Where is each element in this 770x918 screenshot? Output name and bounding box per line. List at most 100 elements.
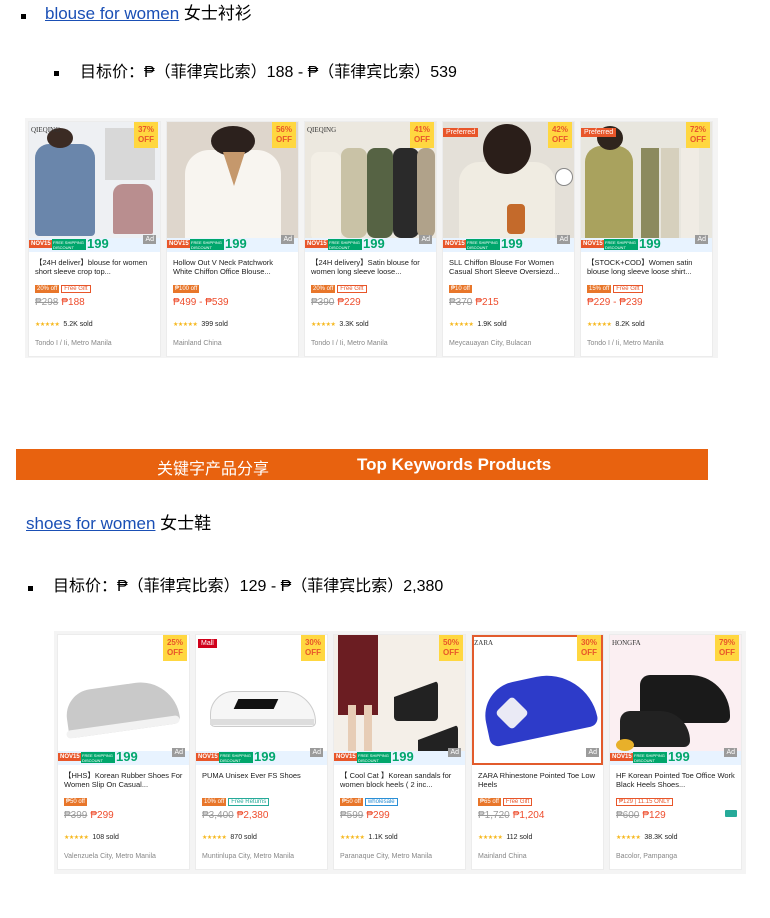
discount-tag: ₱50 off bbox=[64, 797, 87, 806]
shoes-link[interactable]: shoes for women bbox=[26, 514, 155, 533]
seller-location: Valenzuela City, Metro Manila bbox=[64, 853, 156, 860]
promo-199: 199 bbox=[392, 749, 414, 764]
sale-price: ₱215 bbox=[475, 297, 499, 308]
section-heading-shoes: shoes for women 女士鞋 bbox=[26, 514, 211, 534]
list-bullet bbox=[28, 586, 33, 591]
promo-199: 199 bbox=[254, 749, 276, 764]
promo-strip: NOV15 FREE SHIPPING DISCOUNT 199 bbox=[610, 749, 741, 765]
discount-badge: 79% OFF bbox=[715, 635, 739, 661]
original-price: ₱3,400 bbox=[202, 810, 234, 821]
rating: ★★★★★ 870 sold bbox=[202, 834, 257, 841]
product-name[interactable]: Hollow Out V Neck Patchwork White Chiffo… bbox=[173, 258, 292, 276]
price: ₱600 ₱129 bbox=[616, 810, 666, 821]
product-card[interactable]: QIEQING 41% OFF NOV15 FREE SHIPPING DISCOUNT… bbox=[304, 121, 437, 357]
price: ₱399 ₱299 bbox=[64, 810, 114, 821]
sold-count: 38.3K sold bbox=[644, 834, 678, 841]
product-name[interactable]: 【STOCK+COD】Women satin blouse long sleev… bbox=[587, 258, 706, 276]
promo-strip: NOV15 FREE SHIPPING DISCOUNT 199 bbox=[58, 749, 189, 765]
promo-199: 199 bbox=[639, 236, 661, 251]
promo-strip: NOV15 FREE SHIPPING DISCOUNT 199 bbox=[29, 236, 160, 252]
sale-price: ₱2,380 bbox=[236, 810, 269, 821]
ad-label: Ad bbox=[448, 748, 461, 757]
product-name[interactable]: HF Korean Pointed Toe Office Work Black … bbox=[616, 771, 735, 789]
sale-price: ₱299 bbox=[90, 810, 114, 821]
free-shipping-badge: FREE SHIPPING DISCOUNT bbox=[328, 239, 362, 250]
discount-tag: 20% off bbox=[35, 284, 60, 293]
product-name[interactable]: 【24H deliver】blouse for women short slee… bbox=[35, 258, 154, 276]
seller-location: Muntinlupa City, Metro Manila bbox=[202, 853, 295, 860]
banner-title-en: Top Keywords Products bbox=[357, 455, 552, 474]
discount-badge: 41% OFF bbox=[410, 122, 434, 148]
free-shipping-badge: FREE SHIPPING DISCOUNT bbox=[219, 752, 253, 763]
product-card[interactable]: 56% OFF NOV15 FREE SHIPPING DISCOUNT 199 Ad Ho… bbox=[166, 121, 299, 357]
seller-location: Meycauayan City, Bulacan bbox=[449, 340, 532, 347]
ad-label: Ad bbox=[143, 235, 156, 244]
promo-strip: NOV15 FREE SHIPPING DISCOUNT 199 bbox=[196, 749, 327, 765]
price: ₱390 ₱229 bbox=[311, 297, 361, 308]
price: ₱1,720 ₱1,204 bbox=[478, 810, 544, 821]
ad-label: Ad bbox=[695, 235, 708, 244]
extra-tag: ₱129 | 11.15 ONLY bbox=[616, 797, 674, 806]
blouse-link[interactable]: blouse for women bbox=[45, 4, 179, 23]
discount-badge: 56% OFF bbox=[272, 122, 296, 148]
promo-badges: ₱10 off bbox=[449, 280, 474, 298]
free-shipping-badge: FREE SHIPPING DISCOUNT bbox=[81, 752, 115, 763]
discount-badge: 50% OFF bbox=[439, 635, 463, 661]
promo-badges: ₱50 off wholesale bbox=[340, 793, 398, 811]
rating-stars: ★★★★★ bbox=[616, 835, 641, 841]
product-name[interactable]: 【HHS】Korean Rubber Shoes For Women Slip … bbox=[64, 771, 183, 789]
discount-tag: ₱50 off bbox=[340, 797, 363, 806]
product-tag: QIEQING bbox=[31, 126, 61, 134]
product-tag: Mall bbox=[198, 639, 217, 648]
product-card[interactable]: Preferred 42% OFF NOV15 FREE SHIPPING DISCOU… bbox=[442, 121, 575, 357]
original-price: ₱370 bbox=[449, 297, 473, 308]
original-price: ₱399 bbox=[64, 810, 88, 821]
rating: ★★★★★ 8.2K sold bbox=[587, 321, 645, 328]
promo-badges: 15% off Free Gift bbox=[587, 280, 643, 298]
sale-price: ₱188 bbox=[61, 297, 85, 308]
original-price: ₱1,720 bbox=[478, 810, 510, 821]
sold-count: 3.3K sold bbox=[339, 321, 369, 328]
rating-stars: ★★★★★ bbox=[478, 835, 503, 841]
discount-badge: 42% OFF bbox=[548, 122, 572, 148]
rating-stars: ★★★★★ bbox=[311, 322, 336, 328]
extra-tag: Free Returns bbox=[228, 797, 270, 806]
promo-strip: NOV15 FREE SHIPPING DISCOUNT 199 bbox=[581, 236, 712, 252]
promo-badges: ₱100 off bbox=[173, 280, 201, 298]
rating: ★★★★★ 399 sold bbox=[173, 321, 228, 328]
promo-badges: ₱129 | 11.15 ONLY bbox=[616, 793, 674, 811]
product-name[interactable]: SLL Chiffon Blouse For Women Casual Shor… bbox=[449, 258, 568, 276]
rating-stars: ★★★★★ bbox=[202, 835, 227, 841]
product-tag: HONGFA bbox=[612, 639, 641, 647]
product-name[interactable]: ZARA Rhinestone Pointed Toe Low Heels bbox=[478, 771, 597, 789]
nov15-badge: NOV15 bbox=[581, 240, 605, 248]
shoes-title-cn: 女士鞋 bbox=[155, 514, 212, 533]
nov15-badge: NOV15 bbox=[334, 753, 358, 761]
promo-badges: ₱50 off bbox=[64, 793, 89, 811]
product-card[interactable]: ZARA 30% OFF Ad ZARA Rhinestone Pointed Toe … bbox=[471, 634, 604, 870]
sale-price: ₱299 bbox=[366, 810, 390, 821]
product-name[interactable]: PUMA Unisex Ever FS Shoes bbox=[202, 771, 321, 789]
product-card[interactable]: QIEQING 37% OFF NOV15 FREE SHIPPING DISCOUNT… bbox=[28, 121, 161, 357]
product-name[interactable]: 【24H delivery】Satin blouse for women lon… bbox=[311, 258, 430, 276]
price: ₱370 ₱215 bbox=[449, 297, 499, 308]
sold-count: 399 sold bbox=[201, 321, 228, 328]
product-card[interactable]: 50% OFF NOV15 FREE SHIPPING DISCOUNT 199 Ad 【 … bbox=[333, 634, 466, 870]
product-name[interactable]: 【 Cool Cat 】Korean sandals for women blo… bbox=[340, 771, 459, 789]
discount-badge: 30% OFF bbox=[301, 635, 325, 661]
rating-stars: ★★★★★ bbox=[449, 322, 474, 328]
discount-tag: 10% off bbox=[202, 797, 227, 806]
promo-badges: 20% off Free Gift bbox=[311, 280, 367, 298]
sale-price: ₱229 bbox=[337, 297, 361, 308]
ad-label: Ad bbox=[586, 748, 599, 757]
discount-badge: 25% OFF bbox=[163, 635, 187, 661]
product-card[interactable]: Preferred 72% OFF NOV15 FREE SHIPPING DISCOU… bbox=[580, 121, 713, 357]
sold-count: 108 sold bbox=[92, 834, 119, 841]
product-card[interactable]: 25% OFF NOV15 FREE SHIPPING DISCOUNT 199 Ad 【H… bbox=[57, 634, 190, 870]
extra-tag: Free Gift bbox=[613, 284, 643, 293]
promo-badges: 20% off Free Gift bbox=[35, 280, 91, 298]
promo-199: 199 bbox=[116, 749, 138, 764]
product-card[interactable]: Mall 30% OFF NOV15 FREE SHIPPING DISCOUNT 199… bbox=[195, 634, 328, 870]
product-card[interactable]: HONGFA 79% OFF NOV15 FREE SHIPPING DISCOUNT 1… bbox=[609, 634, 742, 870]
extra-tag: wholesale bbox=[364, 797, 398, 806]
